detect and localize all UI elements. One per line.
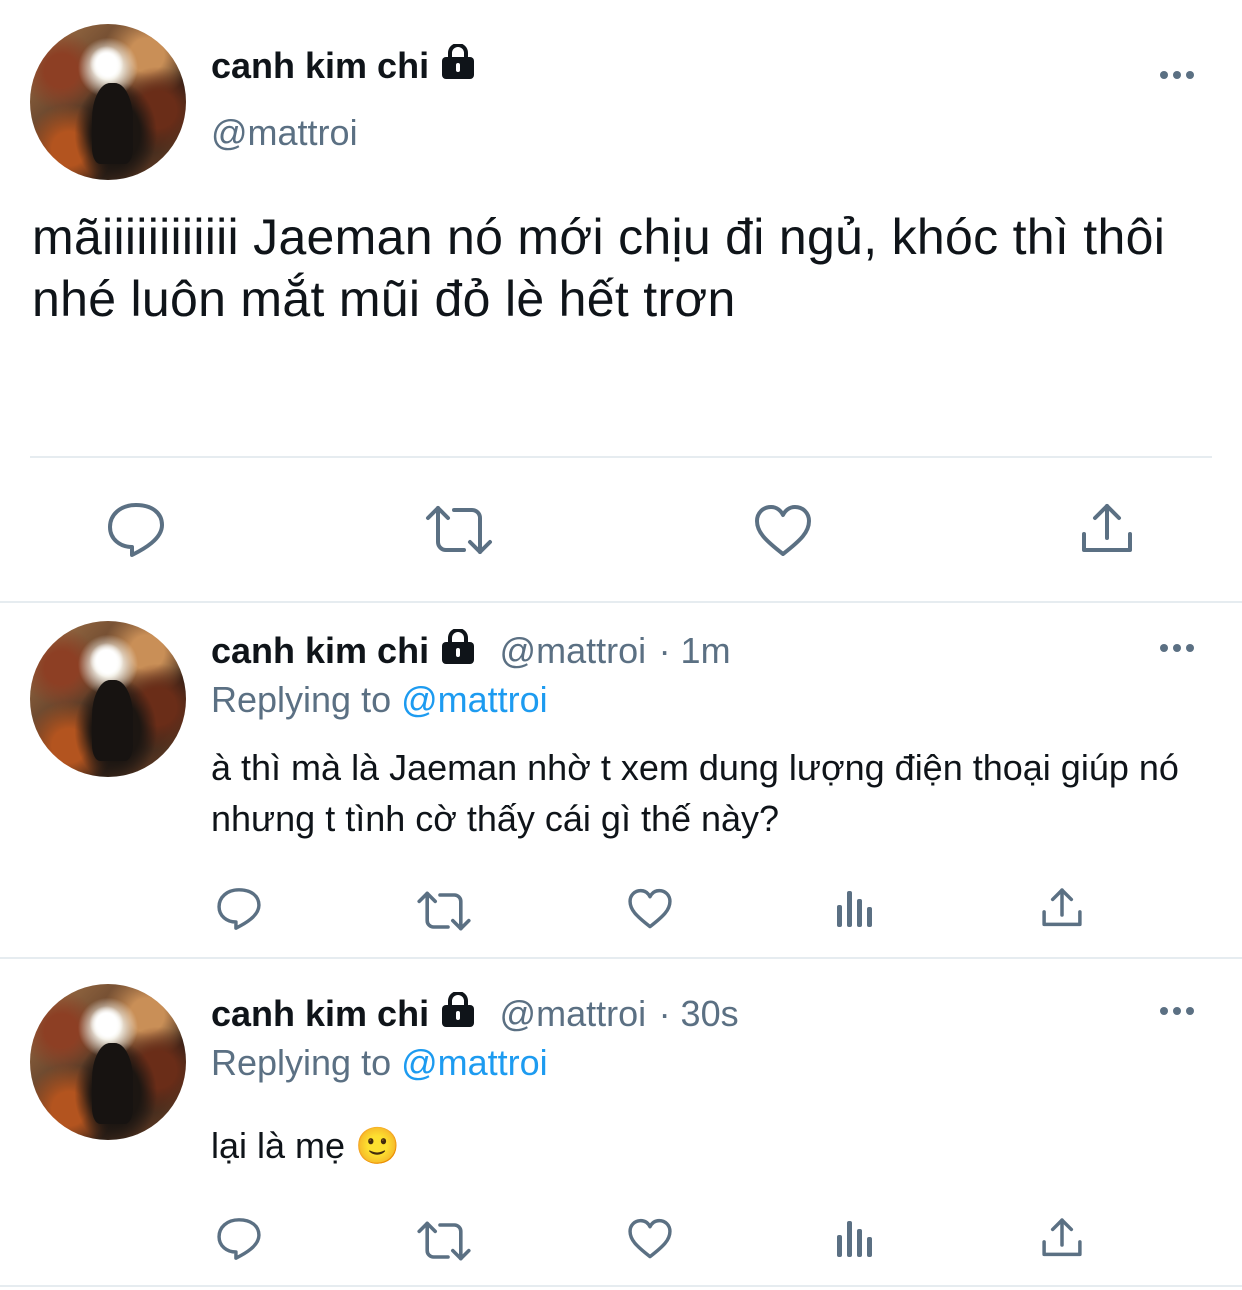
replying-to-link[interactable]: @mattroi <box>401 1042 548 1083</box>
like-icon[interactable] <box>753 504 813 558</box>
reply-handle[interactable]: @mattroi <box>500 630 647 671</box>
section-divider <box>0 601 1242 603</box>
main-tweet-text: mãiiiiiiiiiiii Jaeman nó mới chịu đi ngủ… <box>32 209 1166 327</box>
reply-divider <box>0 957 1242 959</box>
reply-author-row: canh kim chi @mattroi · 1m <box>211 628 731 672</box>
share-icon[interactable] <box>1041 887 1083 929</box>
lock-icon <box>439 43 477 85</box>
analytics-icon[interactable] <box>836 887 876 929</box>
reply-more-icon[interactable] <box>1160 644 1194 652</box>
retweet-icon[interactable] <box>424 504 494 556</box>
retweet-icon[interactable] <box>416 1220 472 1262</box>
bottom-divider <box>0 1285 1242 1287</box>
share-icon[interactable] <box>1041 1217 1083 1259</box>
reply-icon[interactable] <box>106 501 166 559</box>
replying-to-label: Replying to <box>211 679 402 720</box>
reply-author-row: canh kim chi @mattroi · 30s <box>211 991 739 1035</box>
main-more-icon[interactable] <box>1160 71 1194 79</box>
main-author-row: canh kim chi <box>211 43 477 87</box>
reply-display-name[interactable]: canh kim chi <box>211 993 429 1034</box>
main-handle[interactable]: @mattroi <box>211 112 358 154</box>
main-divider <box>30 456 1212 458</box>
main-display-name[interactable]: canh kim chi <box>211 45 429 86</box>
reply-avatar[interactable] <box>30 984 186 1140</box>
main-avatar[interactable] <box>30 24 186 180</box>
reply-display-name[interactable]: canh kim chi <box>211 630 429 671</box>
replying-to: Replying to @mattroi <box>211 679 548 721</box>
like-icon[interactable] <box>627 1218 673 1260</box>
reply-timestamp[interactable]: · 1m <box>659 630 731 671</box>
reply-text: lại là mẹ 🙂 <box>211 1125 400 1166</box>
reply-text: à thì mà là Jaeman nhờ t xem dung lượng … <box>211 747 1179 839</box>
lock-icon <box>439 991 477 1033</box>
retweet-icon[interactable] <box>416 890 472 932</box>
reply-icon[interactable] <box>216 1216 262 1262</box>
share-icon[interactable] <box>1080 502 1134 556</box>
analytics-icon[interactable] <box>836 1217 876 1259</box>
replying-to-label: Replying to <box>211 1042 402 1083</box>
replying-to-link[interactable]: @mattroi <box>401 679 548 720</box>
reply-icon[interactable] <box>216 886 262 932</box>
reply-more-icon[interactable] <box>1160 1007 1194 1015</box>
reply-handle[interactable]: @mattroi <box>500 993 647 1034</box>
replying-to: Replying to @mattroi <box>211 1042 548 1084</box>
lock-icon <box>439 628 477 670</box>
like-icon[interactable] <box>627 888 673 930</box>
reply-timestamp[interactable]: · 30s <box>659 993 739 1034</box>
reply-avatar[interactable] <box>30 621 186 777</box>
